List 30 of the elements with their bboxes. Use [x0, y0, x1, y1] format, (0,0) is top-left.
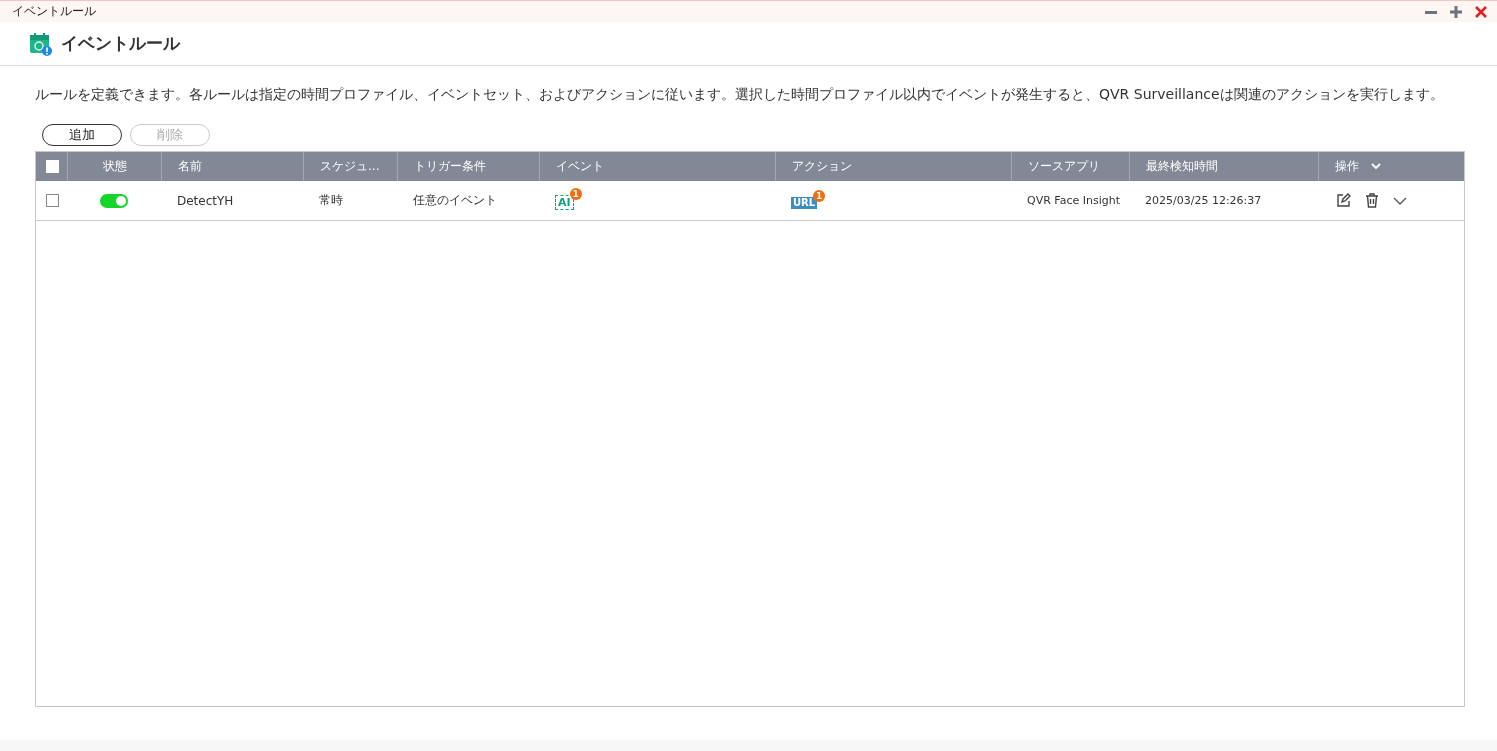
column-header: 最終検知時間 — [1146, 158, 1218, 175]
column-header: アクション — [792, 158, 852, 175]
description-text: ルールを定義できます。各ルールは指定の時間プロファイル、イベントセット、およびアクションに従います。選択した時間プロファイル以内でイベントが発生すると、QVR Surveillanceは関連のアクションを実行します。 — [35, 86, 1445, 104]
table-cell: DetectYH — [177, 193, 234, 208]
close-icon[interactable] — [1475, 5, 1487, 18]
row-checkbox[interactable] — [46, 194, 59, 207]
table-cell: 任意のイベント — [413, 192, 497, 209]
column-header: トリガー条件 — [414, 158, 486, 175]
status-toggle[interactable] — [100, 193, 128, 208]
edit-icon[interactable] — [1336, 193, 1351, 208]
select-all-checkbox[interactable] — [46, 160, 59, 173]
column-header: 操作 — [1335, 158, 1359, 175]
window-title: イベントルール — [12, 3, 96, 20]
maximize-icon[interactable] — [1450, 5, 1462, 18]
column-header: 状態 — [102, 158, 127, 175]
url-icon: URL — [791, 196, 818, 209]
table-cell: QVR Face Insight — [1027, 194, 1120, 207]
table-cell: 2025/03/25 12:26:37 — [1145, 194, 1262, 207]
column-header: イベント — [556, 158, 604, 175]
column-header: 名前 — [178, 158, 202, 175]
add-button[interactable]: 追加 — [42, 124, 122, 146]
table-cell: 常時 — [319, 192, 343, 209]
count-badge: 1 — [813, 189, 826, 202]
page-title: イベントルール — [61, 32, 180, 55]
delete-icon[interactable] — [1365, 193, 1379, 208]
column-header: スケジュ... — [320, 158, 380, 175]
count-badge: 1 — [569, 188, 582, 200]
column-header: ソースアプリ — [1028, 158, 1100, 175]
chevron-down-icon[interactable] — [1393, 196, 1407, 205]
calendar-alert-icon — [29, 31, 53, 56]
